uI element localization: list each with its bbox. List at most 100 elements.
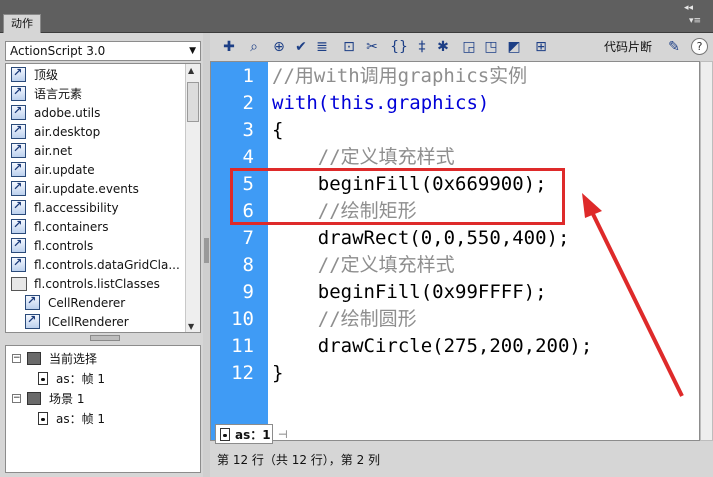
library-item[interactable]: CellRenderer xyxy=(25,293,125,312)
expand-all-icon[interactable]: ✱ xyxy=(434,38,452,56)
check-syntax-icon[interactable]: ✔ xyxy=(292,38,310,56)
panel-menu-icon[interactable]: ▾≡ xyxy=(689,16,701,26)
pin-script-icon[interactable]: ⊣ xyxy=(278,428,288,441)
wand-icon[interactable]: ✎ xyxy=(665,38,683,56)
code-line[interactable]: } xyxy=(272,360,283,387)
line-number: 3 xyxy=(242,119,254,141)
library-item[interactable]: fl.containers xyxy=(11,217,108,236)
book-icon xyxy=(11,123,26,139)
library-item[interactable]: air.net xyxy=(11,141,72,160)
show-code-hint-icon[interactable]: ⊡ xyxy=(340,38,358,56)
tree-node-label: as：帧 1 xyxy=(56,412,106,426)
collapse-toggle-icon[interactable]: − xyxy=(12,394,21,403)
collapse-panel-icon[interactable]: ◂◂ xyxy=(684,3,693,13)
apply-line-comment-icon[interactable]: ◳ xyxy=(482,38,500,56)
apply-block-comment-icon[interactable]: ◲ xyxy=(460,38,478,56)
panel-title-bar: 动作 ◂◂ ▾≡ xyxy=(0,0,713,33)
book-icon xyxy=(11,161,26,177)
folder-icon xyxy=(11,276,27,291)
code-line[interactable]: beginFill(0x99FFFF); xyxy=(272,279,547,306)
code-line[interactable]: //定义填充样式 xyxy=(272,144,455,171)
library-item[interactable]: 顶级 xyxy=(11,65,58,84)
library-item[interactable]: fl.accessibility xyxy=(11,198,119,217)
library-item[interactable]: 语言元素 xyxy=(11,84,82,103)
line-number: 1 xyxy=(242,65,254,87)
book-icon xyxy=(11,199,26,215)
library-item[interactable]: air.update.events xyxy=(11,179,139,198)
actionscript-version-select[interactable]: ActionScript 3.0 ▼ xyxy=(5,41,201,61)
splitter-grip[interactable] xyxy=(204,238,209,263)
code-line[interactable]: drawRect(0,0,550,400); xyxy=(272,225,570,252)
find-icon[interactable]: ⌕ xyxy=(245,38,263,56)
library-item[interactable]: air.update xyxy=(11,160,95,179)
code-line[interactable]: //定义填充样式 xyxy=(272,252,455,279)
library-item-label: CellRenderer xyxy=(48,295,126,310)
script-pane: ⊞ ◩ ◳ ◲ ✱ ‡ {} ✂ ⊡ ≣ ✔ ⊕ ⌕ ✚ 代码片断 ✎ ? 1 //用with调用graph… xyxy=(210,33,713,477)
book-icon xyxy=(11,104,26,120)
frame-icon xyxy=(220,427,230,441)
actions-panel-tab[interactable]: 动作 xyxy=(3,14,41,33)
line-number: 8 xyxy=(242,254,254,276)
library-item-label: 顶级 xyxy=(34,68,59,82)
version-select-value: ActionScript 3.0 xyxy=(10,44,106,58)
library-item[interactable]: fl.controls.listClasses xyxy=(11,274,160,293)
tree-node[interactable]: − 场景 1 xyxy=(12,389,84,408)
scroll-up-icon[interactable]: ▲ xyxy=(188,66,194,75)
tree-node[interactable]: as：帧 1 xyxy=(38,369,105,388)
tree-node[interactable]: as：帧 1 xyxy=(38,409,105,428)
line-number: 12 xyxy=(231,362,254,384)
code-line[interactable]: beginFill(0x669900); xyxy=(272,171,547,198)
book-icon xyxy=(11,85,26,101)
show-hide-toolbox-icon[interactable]: ⊞ xyxy=(532,38,550,56)
collapse-selection-icon[interactable]: ‡ xyxy=(413,38,431,56)
library-item[interactable]: fl.controls xyxy=(11,236,93,255)
help-icon[interactable]: ? xyxy=(691,38,708,55)
code-line[interactable]: with(this.graphics) xyxy=(272,90,489,117)
book-icon xyxy=(11,218,26,234)
library-item[interactable]: ICellRenderer xyxy=(25,312,129,331)
tree-node[interactable]: − 当前选择 xyxy=(12,349,97,368)
collapse-toggle-icon[interactable]: − xyxy=(12,354,21,363)
panel-splitter[interactable] xyxy=(203,33,210,477)
library-scrollbar[interactable]: ▲ ▼ xyxy=(185,64,200,332)
library-item-label: air.net xyxy=(34,143,73,158)
debug-options-icon[interactable]: ✂ xyxy=(363,38,381,56)
library-item-label: fl.controls xyxy=(34,238,94,253)
code-snippets-button[interactable]: 代码片断 xyxy=(604,39,652,55)
library-item[interactable]: fl.controls.dataGridCla... xyxy=(11,255,180,274)
auto-format-icon[interactable]: ≣ xyxy=(313,38,331,56)
tree-node-label: 当前选择 xyxy=(49,352,98,366)
editor-scrollbar[interactable] xyxy=(700,61,713,441)
code-editor[interactable]: 1 //用with调用graphics实例 2 with(this.graphics)… xyxy=(210,61,700,441)
scroll-down-icon[interactable]: ▼ xyxy=(188,322,194,331)
book-icon xyxy=(25,294,40,310)
code-line[interactable]: drawCircle(275,200,200); xyxy=(272,333,593,360)
line-number: 4 xyxy=(242,146,254,168)
code-line[interactable]: { xyxy=(272,117,283,144)
script-navigator-tree: − 当前选择 as：帧 1 − 场景 1 as：帧 1 xyxy=(5,345,201,473)
code-line[interactable]: //用with调用graphics实例 xyxy=(272,63,527,90)
code-line[interactable]: //绘制矩形 xyxy=(272,198,417,225)
code-line[interactable]: //绘制圆形 xyxy=(272,306,417,333)
scrollbar-thumb[interactable] xyxy=(187,82,199,122)
actionscript-library-list: ICellRenderer CellRenderer fl.controls.lis… xyxy=(5,63,201,333)
add-statement-icon[interactable]: ✚ xyxy=(220,38,238,56)
library-item-label: ICellRenderer xyxy=(48,314,129,329)
line-number: 11 xyxy=(231,335,254,357)
script-tab-label: as：1 xyxy=(235,427,271,442)
script-tab-bar: as：1 ⊣ xyxy=(210,423,713,446)
library-item-label: fl.controls.listClasses xyxy=(34,276,160,291)
library-item[interactable]: air.desktop xyxy=(11,122,100,141)
script-tab[interactable]: as：1 xyxy=(215,424,273,444)
status-bar: 第 12 行（共 12 行），第 2 列 xyxy=(217,453,381,467)
remove-comment-icon[interactable]: ◩ xyxy=(505,38,523,56)
book-icon xyxy=(11,256,26,272)
library-item-label: air.update xyxy=(34,162,95,177)
insert-target-path-icon[interactable]: ⊕ xyxy=(270,38,288,56)
library-item-label: adobe.utils xyxy=(34,105,101,120)
book-icon xyxy=(11,180,26,196)
library-item[interactable]: adobe.utils xyxy=(11,103,100,122)
toolbox-splitter[interactable] xyxy=(90,335,120,341)
line-number: 5 xyxy=(242,173,254,195)
collapse-between-braces-icon[interactable]: {} xyxy=(390,38,408,56)
